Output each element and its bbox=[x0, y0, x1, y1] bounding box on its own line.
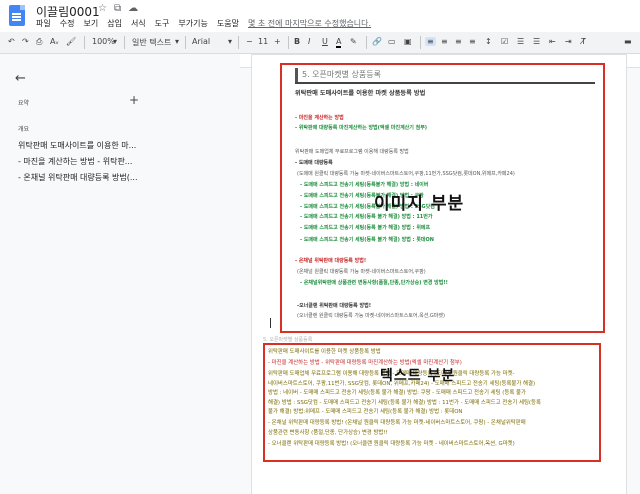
image-text-line: - 도매매 스피드고 전송기 세팅(등록 불가 해결) 방법 : 위메프 bbox=[300, 225, 431, 231]
move-folder-icon[interactable]: ⧉ bbox=[114, 3, 121, 14]
comment-icon[interactable]: ▭ bbox=[388, 37, 396, 46]
underline-button[interactable]: U bbox=[322, 37, 328, 46]
menu-view[interactable]: 보기 bbox=[83, 19, 98, 28]
bulleted-list-icon[interactable]: ☰ bbox=[517, 37, 524, 46]
align-left-icon[interactable]: ≡ bbox=[425, 37, 436, 46]
image-text-line: 위탁판매 도매사이트를 이용한 마켓 상품등록 방법 bbox=[295, 90, 426, 97]
align-center-icon[interactable]: ≡ bbox=[441, 37, 448, 46]
cloud-status-icon[interactable]: ☁ bbox=[128, 3, 138, 14]
style-select[interactable]: 일반 텍스트 bbox=[132, 37, 171, 48]
toolbar: ↶ ↷ ⎙ Aᵥ 🖌 100% ▾ 일반 텍스트 ▾ Arial ▾ − 11 … bbox=[0, 32, 640, 54]
back-arrow-icon[interactable]: ← bbox=[15, 71, 26, 86]
image-icon[interactable]: ▣ bbox=[404, 37, 412, 46]
text-cursor bbox=[270, 318, 271, 328]
docs-logo-icon[interactable] bbox=[9, 5, 25, 26]
redo-icon[interactable]: ↷ bbox=[22, 37, 29, 46]
text-line: 해결) 방법 : SSG닷컴 - 도매매 스피드고 전송기 세팅(등록 불가 해… bbox=[268, 399, 541, 406]
menu-addons[interactable]: 부가기능 bbox=[178, 19, 207, 28]
spellcheck-icon[interactable]: Aᵥ bbox=[50, 37, 59, 46]
outline-item[interactable]: - 온채널 위탁판매 대량등록 방법(... bbox=[18, 172, 168, 183]
text-part-label: 텍스트 부분 bbox=[380, 368, 456, 384]
style-chevron-down-icon[interactable]: ▾ bbox=[175, 37, 179, 46]
font-chevron-down-icon[interactable]: ▾ bbox=[228, 37, 232, 46]
text-line: 방법 : 네이버 - 도매매 스피드고 전송기 세팅(등록 불가 해결) 방법:… bbox=[268, 390, 526, 396]
menu-insert[interactable]: 삽입 bbox=[107, 19, 122, 28]
font-select[interactable]: Arial bbox=[192, 37, 210, 46]
increase-indent-icon[interactable]: ⇥ bbox=[565, 37, 572, 46]
text-line: - 오너클랜 위탁판매 대량등록 방법! (오너클랜 원클릭 대량등록 가능 마… bbox=[268, 440, 515, 447]
link-icon[interactable]: 🔗 bbox=[372, 37, 382, 46]
document-outline-sidebar: ← 요약 + 개요 위탁판매 도매사이트를 이용한 마... - 마진을 계산하… bbox=[0, 68, 240, 494]
add-summary-icon[interactable]: + bbox=[129, 93, 139, 107]
star-icon[interactable]: ☆ bbox=[98, 3, 107, 14]
italic-button[interactable]: I bbox=[308, 37, 310, 46]
bold-button[interactable]: B bbox=[294, 37, 300, 46]
text-color-button[interactable]: A bbox=[336, 37, 342, 48]
menu-help[interactable]: 도움말 bbox=[217, 19, 239, 28]
checklist-icon[interactable]: ☑ bbox=[501, 37, 508, 46]
image-text-line: - 도매매 스피드고 전송기 세팅(등록불가 해결) 방법 : 네이버 bbox=[300, 182, 429, 188]
menu-tools[interactable]: 도구 bbox=[155, 19, 170, 28]
zoom-select[interactable]: 100% bbox=[92, 37, 115, 46]
image-text-line: 위탁판매 도매업체 무료프로그램 이용해 대량등록 방법 bbox=[295, 149, 409, 155]
collapse-menu-icon[interactable]: ▬ bbox=[624, 37, 632, 46]
image-text-line: - 도매매 스피드고 전송기 세팅(등록 불가 해결) 방법 : 11번가 bbox=[300, 214, 433, 220]
menu-format[interactable]: 서식 bbox=[131, 19, 146, 28]
image-text-line: - 도매매 대량등록 bbox=[295, 160, 333, 166]
image-part-label: 이미지 부분 bbox=[374, 194, 465, 214]
align-right-icon[interactable]: ≡ bbox=[455, 37, 462, 46]
font-size-decrease-icon[interactable]: − bbox=[246, 37, 253, 46]
zoom-chevron-down-icon[interactable]: ▾ bbox=[113, 37, 117, 46]
image-section-heading: 5. 오픈마켓별 상품등록 bbox=[295, 67, 595, 84]
print-icon[interactable]: ⎙ bbox=[36, 37, 42, 47]
outline-item[interactable]: - 마진을 계산하는 방법 - 위탁판... bbox=[18, 156, 168, 167]
image-text-line: - 온채널 위탁판매 대량등록 방법! bbox=[295, 258, 367, 264]
text-section-heading: 5. 오픈마켓별 상품등록 bbox=[263, 337, 313, 343]
numbered-list-icon[interactable]: ☰ bbox=[533, 37, 540, 46]
menu-edit[interactable]: 수정 bbox=[60, 19, 75, 28]
font-size-increase-icon[interactable]: + bbox=[274, 37, 281, 46]
image-text-line: - 위탁판매 대량등록 마진계산하는 방법(엑셀 마진계산기 첨부) bbox=[295, 125, 428, 131]
summary-label: 요약 bbox=[18, 100, 30, 107]
clear-formatting-icon[interactable]: T̸ bbox=[581, 37, 586, 46]
decrease-indent-icon[interactable]: ⇤ bbox=[549, 37, 556, 46]
last-edit-link[interactable]: 몇 초 전에 마지막으로 수정했습니다. bbox=[248, 19, 371, 28]
image-text-line: - 도매매 스피드고 전송기 세팅(등록 불가 해결) 방법 : 롯데ON bbox=[300, 237, 434, 243]
image-text-line: - 온채널위탁판매 상품관련 변동사항(품절,단종,단가상승) 변경 방법!! bbox=[300, 280, 448, 286]
paint-format-icon[interactable]: 🖌 bbox=[66, 37, 76, 46]
align-justify-icon[interactable]: ≡ bbox=[469, 37, 476, 46]
top-bar: 이끌림0001 ☆ ⧉ ☁ 파일 수정 보기 삽입 서식 도구 부가기능 도움말 몇 초 전에 마지… bbox=[0, 0, 640, 32]
highlight-icon[interactable]: ✎ bbox=[350, 37, 357, 46]
text-line: 상품관련 변동사항 (품절,단종, 단가상승) 변경 방법!! bbox=[268, 429, 388, 436]
line-spacing-icon[interactable]: ↕ bbox=[485, 37, 492, 46]
image-text-line: -오너클랜 위탁판매 대량등록 방법! bbox=[297, 303, 371, 309]
image-text-line: (온채널 원클릭 대량등록 가능 마켓-네이버스마트스토어,쿠팡) bbox=[297, 269, 426, 275]
outline-label: 개요 bbox=[18, 126, 30, 133]
menu-file[interactable]: 파일 bbox=[36, 19, 51, 28]
font-size-input[interactable]: 11 bbox=[258, 37, 268, 46]
undo-icon[interactable]: ↶ bbox=[8, 37, 15, 46]
menu-bar: 파일 수정 보기 삽입 서식 도구 부가기능 도움말 몇 초 전에 마지막으로 수정했습니다. bbox=[36, 18, 380, 29]
outline-item[interactable]: 위탁판매 도매사이트를 이용한 마... bbox=[18, 140, 168, 151]
text-line: 불가 해결) 방법:위메프 - 도매매 스피드고 전송기 세팅(등록 불가 해결… bbox=[268, 409, 463, 415]
image-text-line: (도매매 원클릭 대량등록 가능 마켓-네이버스마트스토어,쿠팡,11번가,SS… bbox=[297, 171, 515, 177]
text-line: - 온채널 위탁판매 대량등록 방법! (온채널 원클릭 대량등록 가능 마켓-… bbox=[268, 420, 526, 426]
image-text-line: - 마진을 계산하는 방법 bbox=[295, 115, 344, 121]
text-line: 위탁판매 도매사이트를 이용한 마켓 상품등록 방법 bbox=[268, 349, 381, 355]
image-text-line: (오너클랜 원클릭 대량등록 가능 마켓-네이버스마트스토어,옥션,G마켓) bbox=[297, 313, 445, 319]
